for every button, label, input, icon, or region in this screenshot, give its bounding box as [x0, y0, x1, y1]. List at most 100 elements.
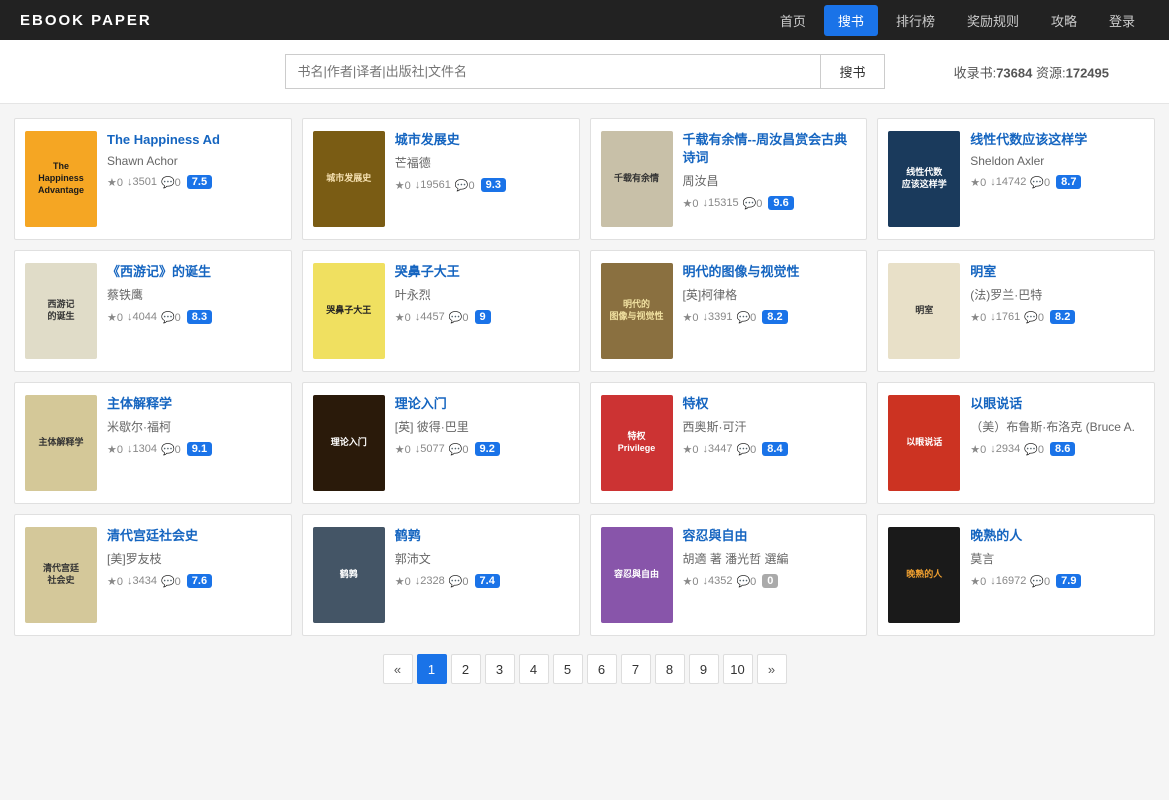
rating-badge: 7.5 — [187, 175, 212, 189]
book-cover: 鹤鹑 — [313, 527, 385, 623]
book-author: 郭沛文 — [395, 550, 569, 567]
book-info: 千载有余情--周汝昌赏会古典诗词 周汝昌 ★0 ↓15315 💬0 9.6 — [683, 131, 857, 210]
book-card[interactable]: 线性代数应该这样学 线性代数应该这样学 Sheldon Axler ★0 ↓14… — [877, 118, 1155, 240]
rating-badge: 9.1 — [187, 442, 212, 456]
comment-icon: 💬0 — [455, 179, 475, 192]
book-author: 芒福德 — [395, 154, 569, 171]
page-button-6[interactable]: 6 — [587, 654, 617, 684]
book-card[interactable]: 哭鼻子大王 哭鼻子大王 叶永烈 ★0 ↓4457 💬0 9 — [302, 250, 580, 372]
nav-item-攻略[interactable]: 攻略 — [1037, 5, 1091, 36]
book-title: 容忍與自由 — [683, 527, 857, 545]
prev-page-button[interactable]: « — [383, 654, 413, 684]
search-input[interactable] — [285, 54, 821, 89]
book-cover: 清代宫廷社会史 — [25, 527, 97, 623]
book-card[interactable]: 理论入门 理论入门 [英] 彼得·巴里 ★0 ↓5077 💬0 9.2 — [302, 382, 580, 504]
star-icon: ★0 — [970, 176, 986, 189]
page-button-7[interactable]: 7 — [621, 654, 651, 684]
download-icon: ↓3447 — [702, 443, 732, 455]
book-card[interactable]: TheHappinessAdvantage The Happiness Ad S… — [14, 118, 292, 240]
book-card[interactable]: 清代宫廷社会史 清代宫廷社会史 [美]罗友枝 ★0 ↓3434 💬0 7.6 — [14, 514, 292, 636]
comment-icon: 💬0 — [161, 311, 181, 324]
search-section: 搜书 收录书:73684 资源:172495 — [0, 40, 1169, 104]
book-author: Shawn Achor — [107, 154, 281, 168]
comment-icon: 💬0 — [743, 197, 763, 210]
main-content: TheHappinessAdvantage The Happiness Ad S… — [0, 104, 1169, 708]
book-info: 线性代数应该这样学 Sheldon Axler ★0 ↓14742 💬0 8.7 — [970, 131, 1144, 189]
star-icon: ★0 — [395, 179, 411, 192]
book-card[interactable]: 晚熟的人 晚熟的人 莫言 ★0 ↓16972 💬0 7.9 — [877, 514, 1155, 636]
comment-icon: 💬0 — [161, 575, 181, 588]
book-cover: 城市发展史 — [313, 131, 385, 227]
book-cover: 哭鼻子大王 — [313, 263, 385, 359]
book-title: The Happiness Ad — [107, 131, 281, 149]
search-form: 搜书 — [285, 54, 885, 89]
star-icon: ★0 — [970, 311, 986, 324]
comment-icon: 💬0 — [449, 575, 469, 588]
star-icon: ★0 — [970, 443, 986, 456]
book-grid: TheHappinessAdvantage The Happiness Ad S… — [14, 118, 1155, 636]
book-title: 千载有余情--周汝昌赏会古典诗词 — [683, 131, 857, 167]
comment-icon: 💬0 — [736, 575, 756, 588]
book-author: （美）布鲁斯·布洛克 (Bruce A. — [970, 418, 1144, 435]
download-icon: ↓2934 — [990, 443, 1020, 455]
book-cover: 明代的图像与视觉性 — [601, 263, 673, 359]
book-title: 以眼说话 — [970, 395, 1144, 413]
book-author: 米歇尔·福柯 — [107, 418, 281, 435]
book-card[interactable]: 千载有余情 千载有余情--周汝昌赏会古典诗词 周汝昌 ★0 ↓15315 💬0 … — [590, 118, 868, 240]
book-cover: 主体解释学 — [25, 395, 97, 491]
download-icon: ↓15315 — [702, 197, 738, 209]
rating-badge: 8.6 — [1050, 442, 1075, 456]
book-info: 以眼说话 （美）布鲁斯·布洛克 (Bruce A. ★0 ↓2934 💬0 8.… — [970, 395, 1144, 456]
page-button-1[interactable]: 1 — [417, 654, 447, 684]
book-author: 胡適 著 潘光哲 選編 — [683, 550, 857, 567]
comment-icon: 💬0 — [449, 311, 469, 324]
book-card[interactable]: 特权Privilege 特权 西奥斯·可汗 ★0 ↓3447 💬0 8.4 — [590, 382, 868, 504]
page-button-9[interactable]: 9 — [689, 654, 719, 684]
star-icon: ★0 — [970, 575, 986, 588]
search-button[interactable]: 搜书 — [820, 54, 884, 89]
page-button-10[interactable]: 10 — [723, 654, 753, 684]
comment-icon: 💬0 — [1024, 443, 1044, 456]
nav-item-首页[interactable]: 首页 — [766, 5, 820, 36]
star-icon: ★0 — [683, 311, 699, 324]
comment-icon: 💬0 — [161, 176, 181, 189]
book-cover: 明室 — [888, 263, 960, 359]
book-card[interactable]: 鹤鹑 鹤鹑 郭沛文 ★0 ↓2328 💬0 7.4 — [302, 514, 580, 636]
main-nav: 首页搜书排行榜奖励规则攻略登录 — [766, 5, 1149, 36]
book-cover: 西游记的诞生 — [25, 263, 97, 359]
nav-item-排行榜[interactable]: 排行榜 — [882, 5, 949, 36]
page-button-5[interactable]: 5 — [553, 654, 583, 684]
book-info: 明室 (法)罗兰·巴特 ★0 ↓1761 💬0 8.2 — [970, 263, 1144, 324]
book-card[interactable]: 城市发展史 城市发展史 芒福德 ★0 ↓19561 💬0 9.3 — [302, 118, 580, 240]
book-card[interactable]: 明代的图像与视觉性 明代的图像与视觉性 [英]柯律格 ★0 ↓3391 💬0 8… — [590, 250, 868, 372]
page-button-2[interactable]: 2 — [451, 654, 481, 684]
download-icon: ↓16972 — [990, 575, 1026, 587]
book-card[interactable]: 西游记的诞生 《西游记》的诞生 蔡铁鹰 ★0 ↓4044 💬0 8.3 — [14, 250, 292, 372]
page-button-8[interactable]: 8 — [655, 654, 685, 684]
nav-item-奖励规则[interactable]: 奖励规则 — [953, 5, 1033, 36]
book-title: 清代宫廷社会史 — [107, 527, 281, 545]
book-card[interactable]: 容忍與自由 容忍與自由 胡適 著 潘光哲 選編 ★0 ↓4352 💬0 0 — [590, 514, 868, 636]
book-card[interactable]: 以眼说话 以眼说话 （美）布鲁斯·布洛克 (Bruce A. ★0 ↓2934 … — [877, 382, 1155, 504]
book-cover: 特权Privilege — [601, 395, 673, 491]
book-info: 特权 西奥斯·可汗 ★0 ↓3447 💬0 8.4 — [683, 395, 857, 456]
book-title: 鹤鹑 — [395, 527, 569, 545]
download-icon: ↓1304 — [127, 443, 157, 455]
nav-item-搜书[interactable]: 搜书 — [824, 5, 878, 36]
rating-badge: 9.3 — [481, 178, 506, 192]
book-title: 线性代数应该这样学 — [970, 131, 1144, 149]
book-meta: ★0 ↓4457 💬0 9 — [395, 310, 569, 324]
stats-label1: 收录书: — [954, 65, 997, 80]
comment-icon: 💬0 — [449, 443, 469, 456]
book-card[interactable]: 明室 明室 (法)罗兰·巴特 ★0 ↓1761 💬0 8.2 — [877, 250, 1155, 372]
nav-item-登录[interactable]: 登录 — [1095, 5, 1149, 36]
page-button-4[interactable]: 4 — [519, 654, 549, 684]
download-icon: ↓3501 — [127, 176, 157, 188]
header: EBOOK PAPER 首页搜书排行榜奖励规则攻略登录 — [0, 0, 1169, 40]
book-title: 明室 — [970, 263, 1144, 281]
book-card[interactable]: 主体解释学 主体解释学 米歇尔·福柯 ★0 ↓1304 💬0 9.1 — [14, 382, 292, 504]
page-button-3[interactable]: 3 — [485, 654, 515, 684]
book-cover: 千载有余情 — [601, 131, 673, 227]
book-info: 晚熟的人 莫言 ★0 ↓16972 💬0 7.9 — [970, 527, 1144, 588]
next-page-button[interactable]: » — [757, 654, 787, 684]
